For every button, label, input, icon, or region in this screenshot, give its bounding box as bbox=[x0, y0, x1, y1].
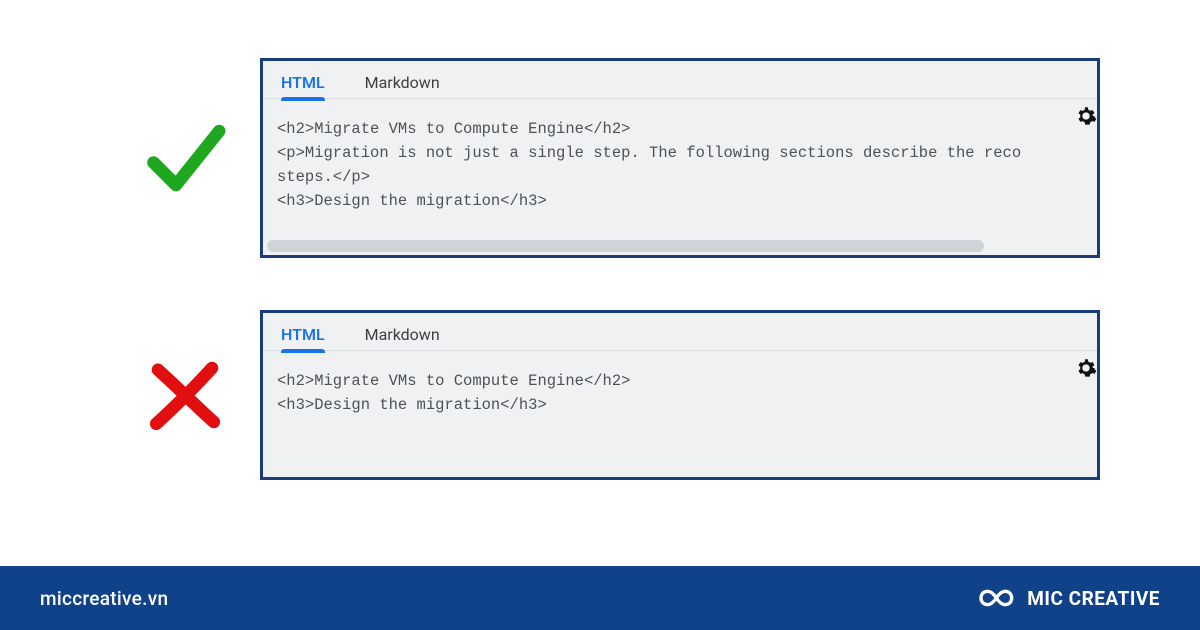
example-bad: HTML Markdown <h2>Migrate VMs to Compute… bbox=[140, 310, 1140, 480]
gear-icon[interactable] bbox=[1075, 105, 1097, 127]
example-good: HTML Markdown <h2>Migrate VMs to Compute… bbox=[140, 58, 1140, 258]
code-area: <h2>Migrate VMs to Compute Engine</h2> <… bbox=[263, 351, 1097, 431]
canvas: HTML Markdown <h2>Migrate VMs to Compute… bbox=[0, 0, 1200, 630]
tab-markdown[interactable]: Markdown bbox=[359, 69, 446, 98]
tab-html[interactable]: HTML bbox=[275, 69, 331, 98]
code-area: <h2>Migrate VMs to Compute Engine</h2> <… bbox=[263, 99, 1097, 227]
code-block: <h2>Migrate VMs to Compute Engine</h2> <… bbox=[277, 117, 1083, 213]
code-panel-good: HTML Markdown <h2>Migrate VMs to Compute… bbox=[260, 58, 1100, 258]
footer-brand: MIC CREATIVE bbox=[975, 584, 1160, 612]
check-icon bbox=[140, 113, 230, 203]
cross-icon bbox=[140, 350, 230, 440]
infinity-logo-icon bbox=[975, 584, 1015, 612]
scrollbar-thumb[interactable] bbox=[267, 240, 984, 252]
scrollbar-horizontal[interactable] bbox=[263, 240, 1097, 252]
tabbar: HTML Markdown bbox=[263, 313, 1097, 351]
footer-brand-text: MIC CREATIVE bbox=[1027, 587, 1160, 610]
code-panel-bad: HTML Markdown <h2>Migrate VMs to Compute… bbox=[260, 310, 1100, 480]
tab-markdown[interactable]: Markdown bbox=[359, 321, 446, 350]
footer-site: miccreative.vn bbox=[40, 587, 168, 610]
gear-icon[interactable] bbox=[1075, 357, 1097, 379]
tab-html[interactable]: HTML bbox=[275, 321, 331, 350]
footer: miccreative.vn MIC CREATIVE bbox=[0, 566, 1200, 630]
tabbar: HTML Markdown bbox=[263, 61, 1097, 99]
code-block: <h2>Migrate VMs to Compute Engine</h2> <… bbox=[277, 369, 1083, 417]
